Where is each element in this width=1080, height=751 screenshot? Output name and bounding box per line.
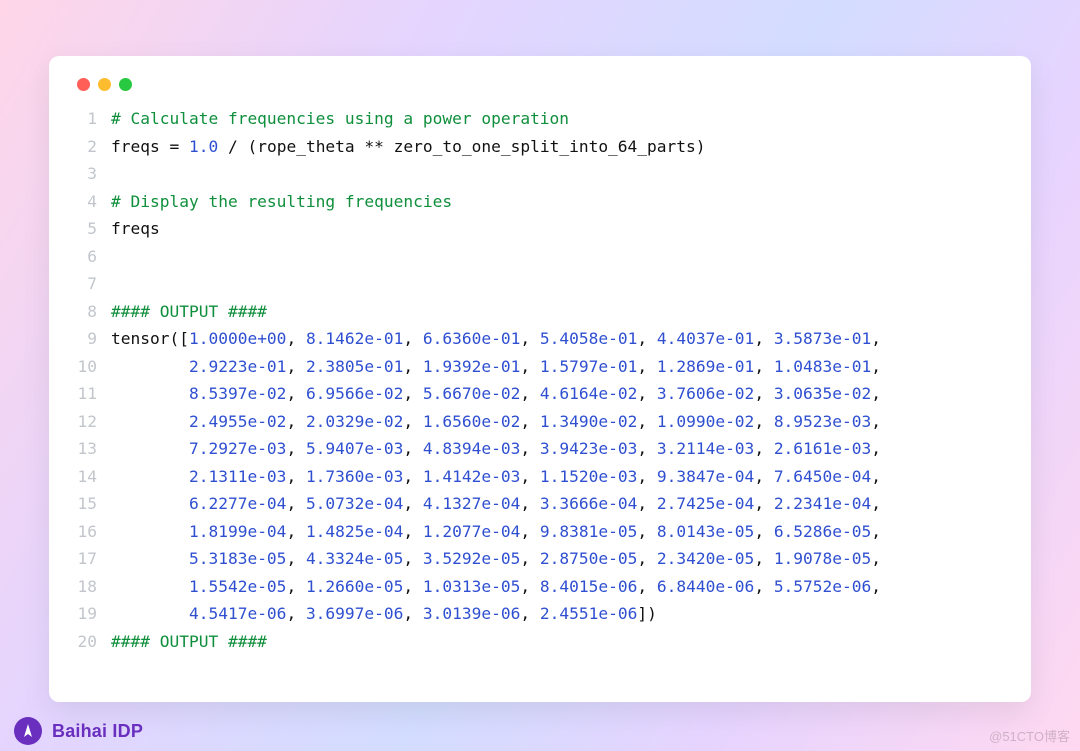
line-number: 17 bbox=[77, 545, 111, 573]
line-number: 15 bbox=[77, 490, 111, 518]
tensor-row: 2.1311e-03, 1.7360e-03, 1.4142e-03, 1.15… bbox=[189, 463, 881, 491]
line-number: 5 bbox=[77, 215, 111, 243]
code-line: 14 2.1311e-03, 1.7360e-03, 1.4142e-03, 1… bbox=[77, 463, 1003, 491]
watermark: @51CTO博客 bbox=[989, 726, 1070, 745]
indent bbox=[111, 380, 189, 408]
indent bbox=[111, 573, 189, 601]
brand-footer: Baihai IDP bbox=[14, 717, 143, 745]
code-line: 20#### OUTPUT #### bbox=[77, 628, 1003, 656]
indent bbox=[111, 545, 189, 573]
minimize-icon bbox=[98, 78, 111, 91]
brand-logo-icon bbox=[14, 717, 42, 745]
comment: # Calculate frequencies using a power op… bbox=[111, 105, 569, 133]
code-text: freqs bbox=[111, 215, 160, 243]
code-card: 1# Calculate frequencies using a power o… bbox=[49, 56, 1031, 702]
comment: # Display the resulting frequencies bbox=[111, 188, 452, 216]
line-number: 20 bbox=[77, 628, 111, 656]
line-number: 16 bbox=[77, 518, 111, 546]
tensor-row: 5.3183e-05, 4.3324e-05, 3.5292e-05, 2.87… bbox=[189, 545, 881, 573]
line-number: 7 bbox=[77, 270, 111, 298]
line-number: 14 bbox=[77, 463, 111, 491]
code-line: 1# Calculate frequencies using a power o… bbox=[77, 105, 1003, 133]
tensor-row: 2.4955e-02, 2.0329e-02, 1.6560e-02, 1.34… bbox=[189, 408, 881, 436]
tensor-row: 2.9223e-01, 2.3805e-01, 1.9392e-01, 1.57… bbox=[189, 353, 881, 381]
indent bbox=[111, 463, 189, 491]
code-line: 10 2.9223e-01, 2.3805e-01, 1.9392e-01, 1… bbox=[77, 353, 1003, 381]
code-line: 3 bbox=[77, 160, 1003, 188]
indent bbox=[111, 353, 189, 381]
line-number: 4 bbox=[77, 188, 111, 216]
line-number: 2 bbox=[77, 133, 111, 161]
code-line: 12 2.4955e-02, 2.0329e-02, 1.6560e-02, 1… bbox=[77, 408, 1003, 436]
indent bbox=[111, 600, 189, 628]
code-line: 15 6.2277e-04, 5.0732e-04, 4.1327e-04, 3… bbox=[77, 490, 1003, 518]
code-line: 9tensor([1.0000e+00, 8.1462e-01, 6.6360e… bbox=[77, 325, 1003, 353]
code-line: 5freqs bbox=[77, 215, 1003, 243]
code-text: / (rope_theta ** zero_to_one_split_into_… bbox=[218, 133, 705, 161]
code-line: 17 5.3183e-05, 4.3324e-05, 3.5292e-05, 2… bbox=[77, 545, 1003, 573]
code-line: 7 bbox=[77, 270, 1003, 298]
brand-name: Baihai IDP bbox=[52, 721, 143, 742]
line-number: 6 bbox=[77, 243, 111, 271]
tensor-row: 6.2277e-04, 5.0732e-04, 4.1327e-04, 3.36… bbox=[189, 490, 881, 518]
number-literal: 1.0 bbox=[189, 133, 218, 161]
indent bbox=[111, 490, 189, 518]
code-line: 19 4.5417e-06, 3.6997e-06, 3.0139e-06, 2… bbox=[77, 600, 1003, 628]
indent bbox=[111, 435, 189, 463]
line-number: 13 bbox=[77, 435, 111, 463]
code-text: freqs bbox=[111, 133, 169, 161]
line-number: 8 bbox=[77, 298, 111, 326]
output-header: #### OUTPUT #### bbox=[111, 628, 267, 656]
code-line: 13 7.2927e-03, 5.9407e-03, 4.8394e-03, 3… bbox=[77, 435, 1003, 463]
tensor-row: 8.5397e-02, 6.9566e-02, 5.6670e-02, 4.61… bbox=[189, 380, 881, 408]
code-line: 18 1.5542e-05, 1.2660e-05, 1.0313e-05, 8… bbox=[77, 573, 1003, 601]
code-line: 4# Display the resulting frequencies bbox=[77, 188, 1003, 216]
code-line: 6 bbox=[77, 243, 1003, 271]
line-number: 3 bbox=[77, 160, 111, 188]
line-number: 10 bbox=[77, 353, 111, 381]
line-number: 11 bbox=[77, 380, 111, 408]
line-number: 12 bbox=[77, 408, 111, 436]
line-number: 9 bbox=[77, 325, 111, 353]
zoom-icon bbox=[119, 78, 132, 91]
tensor-row: 1.8199e-04, 1.4825e-04, 1.2077e-04, 9.83… bbox=[189, 518, 881, 546]
line-number: 1 bbox=[77, 105, 111, 133]
code-line: 11 8.5397e-02, 6.9566e-02, 5.6670e-02, 4… bbox=[77, 380, 1003, 408]
tensor-row: 7.2927e-03, 5.9407e-03, 4.8394e-03, 3.94… bbox=[189, 435, 881, 463]
line-number: 19 bbox=[77, 600, 111, 628]
line-number: 18 bbox=[77, 573, 111, 601]
code-block: 1# Calculate frequencies using a power o… bbox=[77, 105, 1003, 655]
indent bbox=[111, 518, 189, 546]
code-text: = bbox=[169, 133, 189, 161]
code-line: 8#### OUTPUT #### bbox=[77, 298, 1003, 326]
code-line: 2freqs = 1.0 / (rope_theta ** zero_to_on… bbox=[77, 133, 1003, 161]
output-header: #### OUTPUT #### bbox=[111, 298, 267, 326]
tensor-row: 1.5542e-05, 1.2660e-05, 1.0313e-05, 8.40… bbox=[189, 573, 881, 601]
window-controls bbox=[77, 78, 1003, 91]
code-text: tensor([ bbox=[111, 325, 189, 353]
indent bbox=[111, 408, 189, 436]
tensor-row: 4.5417e-06, 3.6997e-06, 3.0139e-06, 2.45… bbox=[189, 600, 657, 628]
tensor-row: 1.0000e+00, 8.1462e-01, 6.6360e-01, 5.40… bbox=[189, 325, 881, 353]
close-icon bbox=[77, 78, 90, 91]
code-line: 16 1.8199e-04, 1.4825e-04, 1.2077e-04, 9… bbox=[77, 518, 1003, 546]
